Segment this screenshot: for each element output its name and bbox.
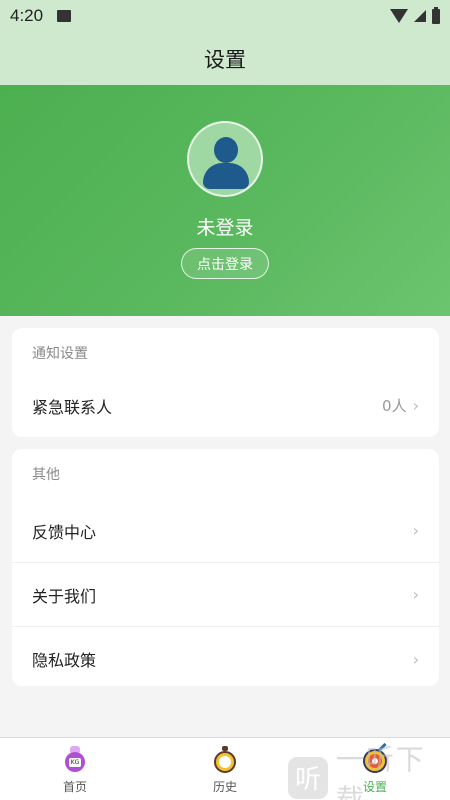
- battery-icon: [432, 6, 440, 24]
- privacy-policy-label: 隐私政策: [32, 651, 97, 670]
- section-title-notify: 通知设置: [32, 346, 88, 362]
- about-us-label: 关于我们: [32, 586, 97, 606]
- watermark-logo: 听: [288, 756, 328, 799]
- chevron-right-icon: ›: [412, 649, 419, 669]
- page-title: 设置: [204, 47, 246, 72]
- stopwatch-icon: [212, 746, 238, 774]
- status-time: 4:20: [10, 6, 44, 25]
- kettlebell-icon: KG: [62, 746, 88, 774]
- watermark-text: 一听下载: [335, 742, 426, 800]
- about-us-row[interactable]: 关于我们 ›: [12, 563, 439, 627]
- login-status: 未登录: [196, 217, 254, 239]
- emergency-contact-row[interactable]: 紧急联系人 0人 ›: [12, 378, 439, 433]
- wifi-icon: [390, 9, 408, 23]
- login-button[interactable]: 点击登录: [181, 248, 269, 279]
- watermark: 听 一听下载: [288, 743, 450, 800]
- avatar-person-body: [203, 163, 249, 189]
- signal-icon: [414, 10, 426, 22]
- status-bar: 4:20: [0, 0, 450, 32]
- chevron-right-icon: ›: [412, 585, 419, 604]
- status-indicators: [390, 6, 440, 24]
- nav-item-home[interactable]: KG 首页: [0, 738, 150, 800]
- section-title-other: 其他: [32, 467, 60, 483]
- feedback-center-label: 反馈中心: [32, 522, 97, 542]
- emergency-contact-count: 0人: [382, 397, 407, 415]
- nav-label-home: 首页: [62, 780, 87, 794]
- privacy-policy-row[interactable]: 隐私政策 ›: [12, 627, 439, 691]
- nav-label-history: 历史: [212, 780, 237, 794]
- profile-banner: 未登录 点击登录: [0, 85, 450, 316]
- other-settings-card: 其他 反馈中心 › 关于我们 › 隐私政策 ›: [12, 449, 439, 686]
- avatar[interactable]: [187, 121, 263, 197]
- emergency-contact-label: 紧急联系人: [32, 397, 113, 417]
- chevron-right-icon: ›: [412, 521, 419, 540]
- title-bar: 设置: [0, 32, 450, 85]
- image-notification-icon: [57, 10, 72, 22]
- avatar-person-icon: [214, 137, 238, 163]
- chevron-right-icon: ›: [412, 396, 419, 415]
- feedback-center-row[interactable]: 反馈中心 ›: [12, 499, 439, 563]
- nav-item-history[interactable]: 历史: [150, 738, 300, 800]
- notification-settings-card: 通知设置 紧急联系人 0人 ›: [12, 328, 439, 437]
